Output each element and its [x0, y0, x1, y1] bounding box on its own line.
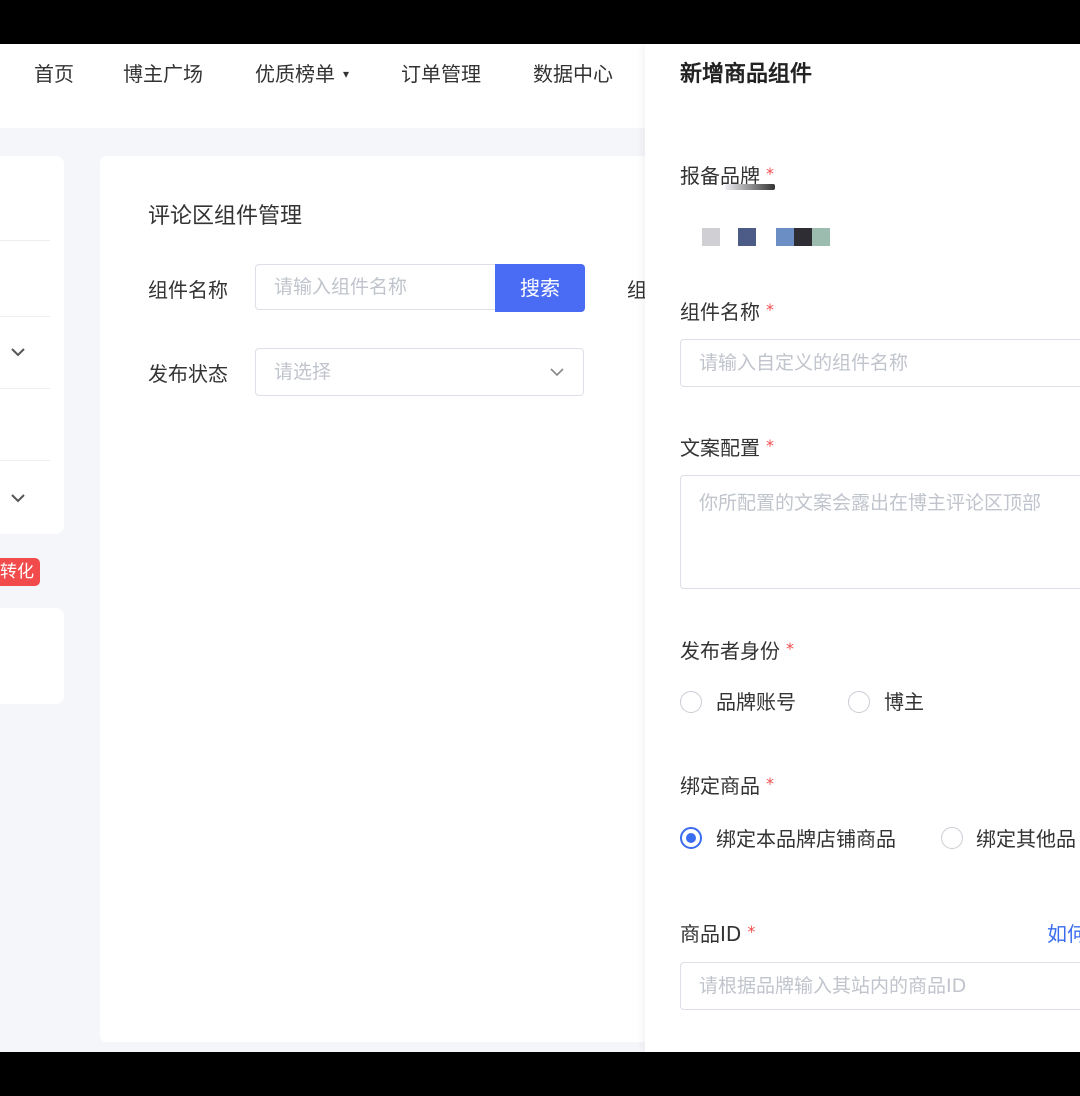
- radio-creator-label[interactable]: 博主: [884, 686, 924, 715]
- publisher-identity-label-text: 发布者身份: [680, 639, 780, 663]
- search-button[interactable]: 搜索: [495, 264, 585, 312]
- bind-product-label: 绑定商品 *: [680, 770, 774, 799]
- redacted-block: [794, 228, 812, 246]
- redacted-block: [812, 228, 830, 246]
- nav-quality-ranking[interactable]: 优质榜单 ▾: [255, 58, 349, 87]
- publish-status-select[interactable]: 请选择: [255, 348, 584, 396]
- sidebar-divider: [0, 388, 50, 389]
- component-name-label-text: 组件名称: [680, 300, 760, 324]
- conversion-tag: 转化: [0, 558, 40, 586]
- radio-bind-own-store[interactable]: [680, 827, 702, 849]
- redacted-block: [738, 228, 756, 246]
- copy-config-label: 文案配置 *: [680, 432, 774, 461]
- component-filter-label: 组: [627, 278, 647, 302]
- publish-status-label: 发布状态: [148, 362, 228, 386]
- chevron-down-icon[interactable]: [8, 342, 28, 362]
- required-mark: *: [786, 639, 794, 658]
- copy-config-label-text: 文案配置: [680, 436, 760, 460]
- radio-bind-own-store-label[interactable]: 绑定本品牌店铺商品: [716, 823, 896, 852]
- caret-down-icon: ▾: [343, 66, 350, 81]
- component-name-input[interactable]: 请输入自定义的组件名称: [680, 339, 1080, 387]
- chevron-down-icon: [550, 368, 564, 377]
- copy-config-textarea[interactable]: 你所配置的文案会露出在博主评论区顶部: [680, 475, 1080, 589]
- publisher-identity-label: 发布者身份 *: [680, 635, 794, 664]
- required-mark: *: [747, 922, 756, 941]
- app-screen: 首页 博主广场 优质榜单 ▾ 订单管理 数据中心 转化 评论区组件管理 组件名称 …: [0, 44, 1080, 1052]
- required-mark: *: [766, 774, 774, 793]
- required-mark: *: [766, 164, 774, 183]
- chevron-down-icon[interactable]: [8, 488, 28, 508]
- comment-component-panel: 评论区组件管理 组件名称 请输入组件名称 搜索 组 发布状态 请选择: [100, 156, 660, 1042]
- sidebar-divider: [0, 240, 50, 241]
- nav-data-center[interactable]: 数据中心: [533, 58, 613, 87]
- radio-creator[interactable]: [848, 691, 870, 713]
- publish-status-placeholder: 请选择: [274, 361, 332, 383]
- required-mark: *: [766, 436, 774, 455]
- product-id-input[interactable]: 请根据品牌输入其站内的商品ID: [680, 962, 1080, 1010]
- nav-creator-square[interactable]: 博主广场: [123, 58, 203, 87]
- nav-order-management[interactable]: 订单管理: [401, 58, 481, 87]
- add-product-component-drawer: 新增商品组件 报备品牌 * 组件名称 * 请输入自定义的组件名称 文案配置 * 你所配…: [645, 44, 1080, 1052]
- nav-quality-ranking-label: 优质榜单: [255, 62, 335, 86]
- redacted-block: [702, 228, 720, 246]
- redacted-block: [776, 228, 794, 246]
- radio-brand-account-label[interactable]: 品牌账号: [716, 686, 796, 715]
- radio-bind-other-label[interactable]: 绑定其他品: [976, 823, 1076, 852]
- product-id-label-text: 商品ID: [680, 922, 742, 946]
- nav-home[interactable]: 首页: [34, 58, 74, 87]
- product-id-help-link[interactable]: 如何: [1047, 918, 1080, 947]
- component-name-label: 组件名称 *: [680, 296, 774, 325]
- component-name-label: 组件名称: [148, 278, 228, 302]
- sidebar-card: [0, 156, 64, 534]
- radio-brand-account[interactable]: [680, 691, 702, 713]
- product-id-label: 商品ID *: [680, 918, 755, 947]
- component-name-search-input[interactable]: 请输入组件名称: [255, 264, 495, 310]
- radio-bind-other[interactable]: [941, 827, 963, 849]
- bind-product-label-text: 绑定商品: [680, 774, 760, 798]
- page-title: 评论区组件管理: [148, 204, 303, 229]
- drawer-title: 新增商品组件: [680, 62, 813, 87]
- sidebar-divider: [0, 316, 50, 317]
- required-mark: *: [766, 300, 774, 319]
- redacted-bar: [725, 184, 775, 190]
- sidebar-card: [0, 608, 64, 704]
- sidebar-divider: [0, 460, 50, 461]
